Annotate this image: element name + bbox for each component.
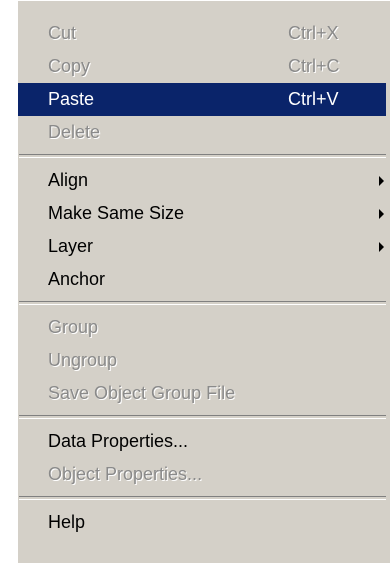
menu-item-label: Make Same Size <box>48 203 185 223</box>
chevron-right-icon <box>379 176 384 186</box>
context-menu: Cut Ctrl+X Copy Ctrl+C Paste Ctrl+V Dele… <box>16 0 390 563</box>
menu-item-paste[interactable]: Paste Ctrl+V <box>18 83 386 116</box>
shortcut-text: Ctrl+V <box>288 89 339 109</box>
menu-item-make-same-size[interactable]: Make Same Size <box>18 197 386 230</box>
shortcut-text: Ctrl+C <box>288 56 340 76</box>
menu-item-label: Layer <box>48 236 94 256</box>
menu-item-save-object-group-file: Save Object Group File <box>18 377 386 410</box>
menu-separator <box>19 301 386 305</box>
menu-item-label: Align <box>48 170 89 190</box>
menu-item-cut: Cut Ctrl+X <box>18 17 386 50</box>
menu-item-label: Object Properties... <box>48 464 203 484</box>
chevron-right-icon <box>379 242 384 252</box>
menu-item-label: Paste <box>48 89 95 109</box>
menu-item-delete: Delete <box>18 116 386 149</box>
menu-item-label: Help <box>48 512 86 532</box>
menu-item-ungroup: Ungroup <box>18 344 386 377</box>
menu-item-layer[interactable]: Layer <box>18 230 386 263</box>
menu-item-label: Group <box>48 317 99 337</box>
menu-item-label: Save Object Group File <box>48 383 236 403</box>
menu-item-group: Group <box>18 311 386 344</box>
menu-item-label: Copy <box>48 56 91 76</box>
menu-separator <box>19 496 386 500</box>
menu-item-label: Delete <box>48 122 101 142</box>
menu-item-label: Data Properties... <box>48 431 189 451</box>
shortcut-text: Ctrl+X <box>288 23 339 43</box>
chevron-right-icon <box>379 209 384 219</box>
menu-item-label: Anchor <box>48 269 106 289</box>
menu-item-label: Ungroup <box>48 350 118 370</box>
menu-separator <box>19 154 386 158</box>
menu-item-anchor[interactable]: Anchor <box>18 263 386 296</box>
menu-item-align[interactable]: Align <box>18 164 386 197</box>
menu-item-label: Cut <box>48 23 77 43</box>
menu-item-copy: Copy Ctrl+C <box>18 50 386 83</box>
menu-separator <box>19 415 386 419</box>
menu-item-data-properties[interactable]: Data Properties... <box>18 425 386 458</box>
menu-item-object-properties: Object Properties... <box>18 458 386 491</box>
menu-item-help[interactable]: Help <box>18 506 386 539</box>
